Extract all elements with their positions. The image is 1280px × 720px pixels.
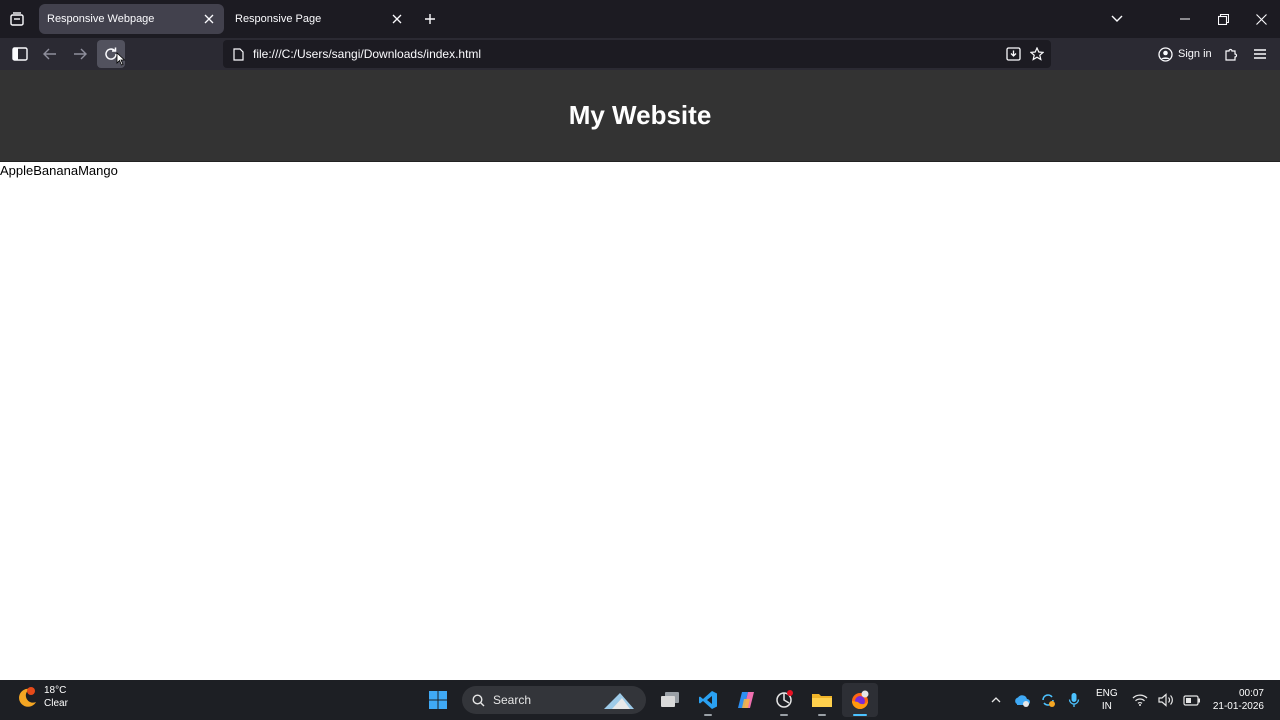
minimize-icon [1180,18,1190,20]
copilot-icon [738,692,754,708]
speaker-icon [1158,693,1173,707]
language-indicator[interactable]: ENG IN [1087,687,1127,713]
forward-button[interactable] [66,40,94,68]
sign-in-label: Sign in [1178,48,1212,60]
system-tray: ENG IN 00:07 21-01-2026 [983,680,1280,720]
tab-responsive-page[interactable]: Responsive Page [227,4,412,34]
close-window-button[interactable] [1242,0,1280,38]
mouse-cursor-icon [116,52,126,66]
restore-button[interactable] [1204,0,1242,38]
tab-responsive-webpage[interactable]: Responsive Webpage [39,4,224,34]
firefox-view-button[interactable] [6,8,28,30]
clock-date: 21-01-2026 [1212,701,1264,712]
web-content-viewport: My Website AppleBananaMango [0,70,1280,680]
battery-icon [1183,695,1200,706]
site-header: My Website [0,70,1280,162]
fruit-list-text: AppleBananaMango [0,163,118,178]
taskbar-copilot[interactable] [728,683,764,717]
search-placeholder: Search [493,693,532,707]
app-menu-button[interactable] [1246,40,1274,68]
back-button[interactable] [36,40,64,68]
microphone-icon [1068,693,1079,707]
close-icon [392,14,402,24]
start-button[interactable] [420,683,456,717]
microphone-button[interactable] [1061,680,1087,720]
language-code: ENG [1096,688,1118,699]
clock[interactable]: 00:07 21-01-2026 [1205,687,1280,713]
taskbar-apps: Search [420,683,878,717]
weather-condition: Clear [44,698,68,709]
restore-icon [1217,13,1229,25]
sign-in-button[interactable]: Sign in [1152,41,1218,67]
chatgpt-icon [776,690,793,708]
taskbar-chatgpt[interactable] [766,683,802,717]
tab-title: Responsive Webpage [47,13,155,25]
tab-close-button[interactable] [387,9,407,29]
extensions-button[interactable] [1217,40,1245,68]
onedrive-button[interactable] [1009,680,1035,720]
running-indicator [818,714,826,716]
search-icon [472,693,485,706]
address-bar[interactable]: file:///C:/Users/sangi/Downloads/index.h… [223,40,1051,68]
wifi-icon [1132,694,1148,706]
volume-button[interactable] [1153,680,1179,720]
close-icon [1255,13,1267,25]
weather-widget[interactable]: 18°C Clear [16,684,68,710]
url-text[interactable]: file:///C:/Users/sangi/Downloads/index.h… [253,47,1001,61]
bookmark-button[interactable] [1025,42,1049,66]
sidebar-toggle-button[interactable] [6,40,34,68]
folder-icon [812,694,832,707]
star-icon [1030,47,1044,61]
search-highlight-icon [604,693,634,709]
tab-strip: Responsive Webpage Responsive Page [0,0,1280,38]
chevron-up-icon [991,697,1001,703]
sync-status-button[interactable] [1035,680,1061,720]
battery-button[interactable] [1179,680,1205,720]
firefox-view-icon [10,12,24,26]
list-all-tabs-button[interactable] [1098,0,1136,38]
save-to-pocket-button[interactable] [1001,42,1025,66]
taskbar-vscode[interactable] [690,683,726,717]
windows-logo-icon [429,691,447,709]
close-icon [204,14,214,24]
arrow-left-icon [43,48,56,60]
clock-time: 00:07 [1238,688,1264,699]
puzzle-icon [1224,48,1237,61]
navigation-toolbar: file:///C:/Users/sangi/Downloads/index.h… [0,38,1280,70]
minimize-button[interactable] [1166,0,1204,38]
vscode-icon [699,691,717,709]
window-controls [1098,0,1280,38]
account-icon [1158,46,1173,62]
onedrive-icon [1015,695,1030,707]
wifi-button[interactable] [1127,680,1153,720]
plus-icon [425,14,435,24]
sync-icon [1042,694,1055,707]
taskbar-search[interactable]: Search [462,686,646,714]
windows-taskbar: 18°C Clear Search ENG IN 00:07 21-01-202… [0,680,1280,720]
task-view-button[interactable] [652,683,688,717]
new-tab-button[interactable] [420,9,440,29]
taskbar-file-explorer[interactable] [804,683,840,717]
download-page-icon [1005,47,1021,61]
tab-close-button[interactable] [199,9,219,29]
tab-title: Responsive Page [235,13,322,25]
firefox-icon [852,690,869,709]
show-hidden-icons-button[interactable] [983,680,1009,720]
hamburger-menu-icon [1254,49,1266,59]
arrow-right-icon [74,48,87,60]
running-indicator [704,714,712,716]
page-icon [231,47,245,61]
site-title: My Website [568,100,712,130]
taskbar-firefox[interactable] [842,683,878,717]
language-region: IN [1101,701,1112,712]
weather-temperature: 18°C [44,685,67,696]
running-indicator [853,714,867,716]
moon-weather-icon [19,687,36,707]
task-view-icon [661,692,679,707]
chevron-down-icon [1111,15,1123,22]
sidebar-icon [12,47,28,61]
running-indicator [780,714,788,716]
